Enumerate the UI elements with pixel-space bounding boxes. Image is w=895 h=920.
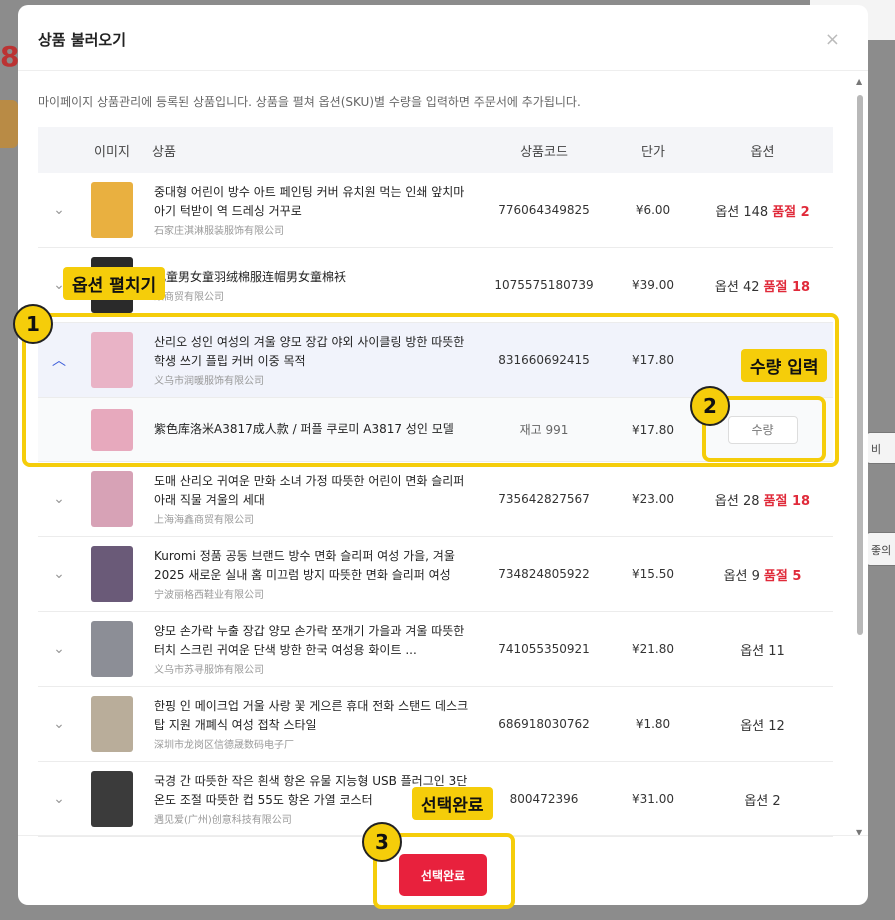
option-count: 옵션 2 [744,793,781,809]
step3-label: 선택완료 [412,787,493,820]
product-info: 중대형 어린이 방수 아트 페인팅 커버 유치원 먹는 인쇄 앞치마 아기 턱받… [144,183,474,237]
product-option: 옵션 11 [692,640,833,659]
product-info: 양모 손가락 누출 장갑 양모 손가락 쪼개기 가을과 겨울 따뜻한 터치 스크… [144,622,474,676]
product-name: Kuromi 정품 공동 브랜드 방수 면화 슬리퍼 여성 가을, 겨울 202… [154,549,455,582]
product-info: 도매 산리오 귀여운 만화 소녀 가정 따뜻한 어린이 면화 슬리퍼 아래 직물… [144,472,474,526]
product-option: 옵션 42 품절 18 [692,276,833,295]
step2-label: 수량 입력 [741,349,828,382]
chevron-down-icon[interactable]: ⌄ [38,716,80,732]
product-price: ¥1.80 [635,717,671,731]
modal-header: 상품 불러오기 × [18,5,868,71]
header-code: 상품코드 [520,144,568,160]
background-banner [0,100,18,148]
product-image [91,471,133,527]
option-count: 옵션 28 [714,493,760,509]
product-seller: 义乌市苏寻服饰有限公司 [154,665,264,676]
background-button: 좋의 [866,532,895,566]
background-button: 비 [866,432,895,464]
sold-out-badge: 품절 5 [763,568,802,584]
header-product: 상품 [152,144,176,160]
table-row[interactable]: ⌄ 중대형 어린이 방수 아트 페인팅 커버 유치원 먹는 인쇄 앞치마 아기 … [38,173,833,248]
step2-number: 2 [690,386,730,426]
option-count: 옵션 148 [715,204,769,220]
scrollbar[interactable]: ▲ ▼ [856,77,864,837]
step3-number: 3 [362,822,402,862]
scroll-up-icon[interactable]: ▲ [856,77,862,86]
product-name: 도매 산리오 귀여운 만화 소녀 가정 따뜻한 어린이 면화 슬리퍼 아래 직물… [154,474,465,507]
product-code: 686918030762 [498,717,590,731]
product-thumbnail [80,771,144,827]
header-image: 이미지 [94,144,130,160]
table-row[interactable]: ⌄ 한핑 인 메이크업 거울 사랑 꽃 게으른 휴대 전화 스탠드 데스크탑 지… [38,687,833,762]
table-row[interactable]: ⌄ Kuromi 정품 공동 브랜드 방수 면화 슬리퍼 여성 가을, 겨울 2… [38,537,833,612]
product-seller: 上海海鑫商贸有限公司 [154,515,254,526]
product-info: 儿童男女童羽绒棉服连帽男女童棉袄 荣商贸有限公司 [144,268,474,303]
product-price: ¥23.00 [632,492,674,506]
product-price: ¥39.00 [632,278,674,292]
close-icon[interactable]: × [825,29,840,50]
product-thumbnail [80,621,144,677]
scrollbar-thumb[interactable] [857,95,863,635]
product-seller: 荣商贸有限公司 [154,291,224,303]
step1-label: 옵션 펼치기 [63,267,166,300]
product-thumbnail [80,546,144,602]
product-name: 중대형 어린이 방수 아트 페인팅 커버 유치원 먹는 인쇄 앞치마 아기 턱받… [154,185,465,218]
product-option: 옵션 12 [692,715,833,734]
background-number: 8 [0,40,20,73]
product-thumbnail [80,471,144,527]
modal-title: 상품 불러오기 [38,31,127,49]
header-option: 옵션 [750,144,775,160]
product-image [91,546,133,602]
option-count: 옵션 9 [723,568,760,584]
step1-number: 1 [13,304,53,344]
product-code: 776064349825 [498,203,590,217]
product-seller: 宁波丽格西鞋业有限公司 [154,590,264,601]
product-thumbnail [80,182,144,238]
chevron-down-icon[interactable]: ⌄ [38,202,80,218]
product-name: 한핑 인 메이크업 거울 사랑 꽃 게으른 휴대 전화 스탠드 데스크탑 지원 … [154,699,469,732]
sold-out-badge: 품절 2 [772,204,810,220]
product-option: 옵션 9 품절 5 [692,565,833,584]
table-header: 이미지 상품 상품코드 단가 옵션 [38,127,833,173]
product-info: Kuromi 정품 공동 브랜드 방수 면화 슬리퍼 여성 가을, 겨울 202… [144,547,474,601]
product-table: 이미지 상품 상품코드 단가 옵션 ⌄ 중대형 어린이 방수 아트 페인팅 커버… [38,127,833,837]
product-image [91,696,133,752]
product-code: 800472396 [509,792,579,806]
option-count: 옵션 12 [740,718,785,734]
product-price: ¥15.50 [632,567,674,581]
product-option: 옵션 2 [692,790,833,809]
product-info: 한핑 인 메이크업 거울 사랑 꽃 게으른 휴대 전화 스탠드 데스크탑 지원 … [144,697,474,751]
modal-description: 마이페이지 상품관리에 등록된 상품입니다. 상품을 펼쳐 옵션(SKU)별 수… [38,95,581,109]
product-image [91,621,133,677]
option-count: 옵션 42 [714,279,760,295]
product-name: 양모 손가락 누출 장갑 양모 손가락 쪼개기 가을과 겨울 따뜻한 터치 스크… [154,624,465,657]
chevron-down-icon[interactable]: ⌄ [38,791,80,807]
header-price: 단가 [641,144,665,160]
product-image [91,182,133,238]
product-option: 옵션 28 품절 18 [692,490,833,509]
product-price: ¥21.80 [632,642,674,656]
product-code: 741055350921 [498,642,590,656]
product-thumbnail [80,696,144,752]
sold-out-badge: 품절 18 [763,493,811,509]
option-count: 옵션 11 [740,643,785,659]
product-price: ¥6.00 [635,203,671,217]
product-code: 1075575180739 [494,278,594,292]
chevron-down-icon[interactable]: ⌄ [38,566,80,582]
product-price: ¥31.00 [632,792,674,806]
table-row[interactable]: ⌄ 도매 산리오 귀여운 만화 소녀 가정 따뜻한 어린이 면화 슬리퍼 아래 … [38,462,833,537]
product-seller: 深圳市龙岗区信德晟数码电子厂 [154,740,294,751]
product-image [91,771,133,827]
product-seller: 石家庄淇淋服装服饰有限公司 [154,226,284,237]
sold-out-badge: 품절 18 [763,279,811,295]
product-code: 735642827567 [498,492,590,506]
product-option: 옵션 148 품절 2 [692,201,833,220]
chevron-down-icon[interactable]: ⌄ [38,641,80,657]
product-name: 儿童男女童羽绒棉服连帽男女童棉袄 [154,269,347,284]
chevron-down-icon[interactable]: ⌄ [38,491,80,507]
product-code: 734824805922 [498,567,590,581]
table-row[interactable]: ⌄ 양모 손가락 누출 장갑 양모 손가락 쪼개기 가을과 겨울 따뜻한 터치 … [38,612,833,687]
